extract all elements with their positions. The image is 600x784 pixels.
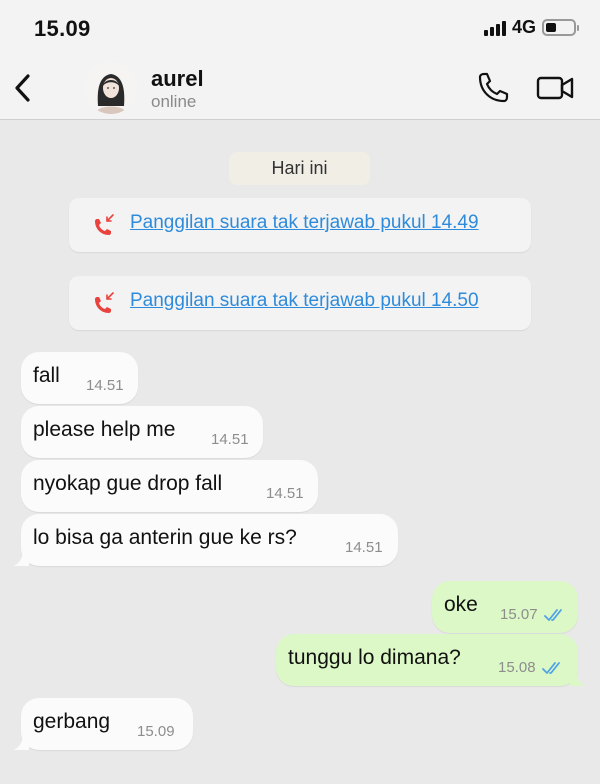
contact-status: online	[151, 92, 197, 111]
missed-call-notice[interactable]: Panggilan suara tak terjawab pukul 14.49	[69, 198, 531, 252]
status-bar: 15.09 4G	[0, 0, 600, 58]
message-time: 14.51	[266, 485, 304, 502]
message-text: fall	[33, 364, 60, 387]
message-time: 15.07	[500, 606, 538, 623]
contact-name[interactable]: aurel	[151, 66, 204, 92]
voice-call-button[interactable]	[471, 70, 511, 106]
message-time: 15.08	[498, 659, 536, 676]
incoming-message[interactable]: please help me 14.51	[21, 406, 263, 458]
incoming-message[interactable]: fall 14.51	[21, 352, 138, 404]
missed-call-link[interactable]: Panggilan suara tak terjawab pukul 14.50	[130, 290, 479, 312]
missed-call-link[interactable]: Panggilan suara tak terjawab pukul 14.49	[130, 212, 479, 234]
double-check-icon	[544, 609, 562, 621]
back-button[interactable]	[10, 71, 36, 105]
bubble-tail	[13, 736, 29, 750]
outgoing-message[interactable]: tunggu lo dimana? 15.08	[276, 634, 586, 686]
message-time: 14.51	[211, 431, 249, 448]
missed-call-icon	[95, 292, 114, 313]
bubble-tail	[13, 552, 29, 566]
avatar-image	[85, 62, 137, 114]
network-label: 4G	[511, 17, 536, 37]
message-text: nyokap gue drop fall	[33, 472, 223, 495]
incoming-message[interactable]: gerbang 15.09	[13, 698, 193, 750]
missed-call-notice[interactable]: Panggilan suara tak terjawab pukul 14.50	[69, 276, 531, 330]
signal-icon	[483, 20, 506, 36]
message-text: oke	[444, 593, 478, 616]
video-call-button[interactable]	[535, 70, 575, 106]
incoming-message[interactable]: lo bisa ga anterin gue ke rs? 14.51	[13, 514, 398, 566]
message-text: please help me	[33, 418, 176, 441]
date-chip: Hari ini	[229, 152, 370, 185]
chat-header: aurel online	[0, 58, 600, 120]
message-time: 15.09	[137, 723, 175, 740]
message-time: 14.51	[345, 539, 383, 556]
incoming-message[interactable]: nyokap gue drop fall 14.51	[21, 460, 318, 512]
outgoing-message[interactable]: oke 15.07	[432, 581, 578, 633]
avatar[interactable]	[85, 62, 137, 114]
message-text: gerbang	[33, 710, 111, 733]
battery-icon	[542, 19, 579, 36]
bubble-tail	[570, 672, 586, 686]
message-text: tunggu lo dimana?	[288, 646, 461, 669]
double-check-icon	[542, 662, 560, 674]
missed-call-icon	[95, 214, 114, 235]
status-time: 15.09	[34, 16, 91, 41]
status-indicators: 4G	[483, 17, 579, 38]
message-time: 14.51	[86, 377, 124, 394]
message-text: lo bisa ga anterin gue ke rs?	[33, 526, 297, 549]
